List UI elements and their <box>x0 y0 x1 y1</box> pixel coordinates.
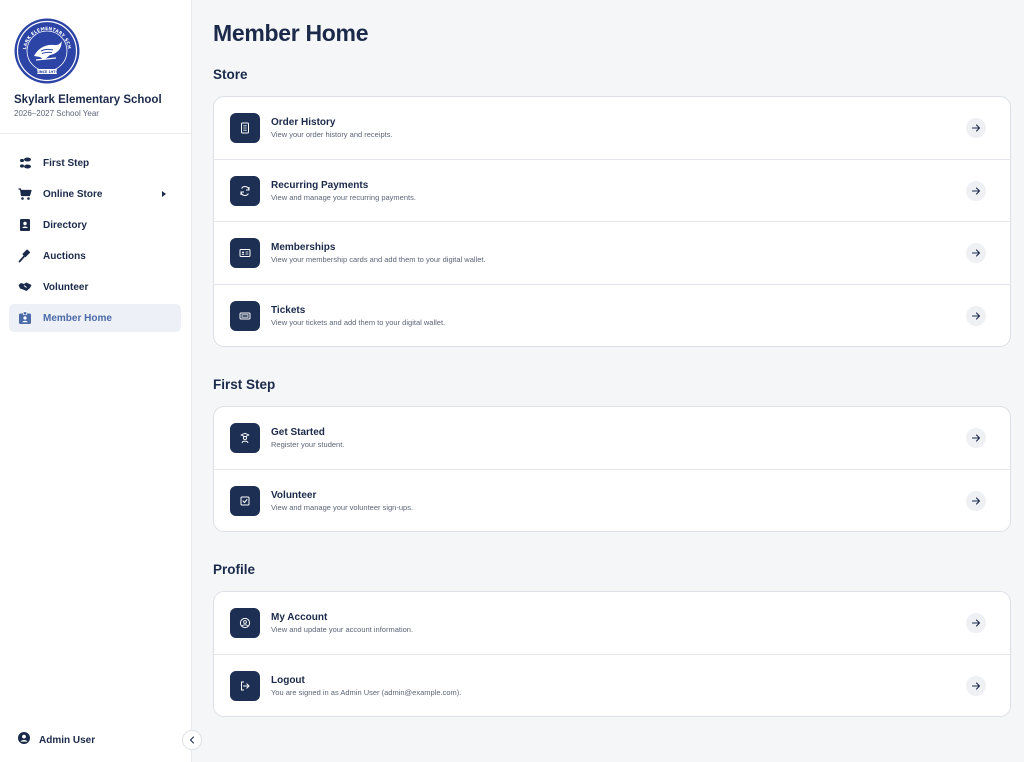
school-name: Skylark Elementary School <box>14 94 162 106</box>
school-logo: SKYLARK ELEMENTARY SCHOOL SINCE 1979 <box>11 14 80 84</box>
volunteer-row[interactable]: Volunteer View and manage your volunteer… <box>214 470 1010 532</box>
row-description: You are signed in as Admin User (admin@e… <box>271 687 462 697</box>
arrow-right-icon[interactable] <box>966 180 986 201</box>
arrow-right-icon[interactable] <box>966 613 986 633</box>
refresh-icon <box>230 175 260 206</box>
sidebar-item-label: Directory <box>43 219 87 231</box>
section-title-store: Store <box>213 67 248 82</box>
row-description: View and manage your recurring payments. <box>271 192 416 202</box>
my-account-row[interactable]: My Account View and update your account … <box>214 592 1010 655</box>
row-description: View and update your account information… <box>271 625 414 634</box>
sidebar-item-member-home[interactable]: Member Home <box>9 304 181 332</box>
tickets-row[interactable]: Tickets View your tickets and add them t… <box>214 285 1010 347</box>
handshake-icon <box>18 280 32 294</box>
sidebar-item-label: First Step <box>43 157 90 169</box>
row-title: Logout <box>271 674 305 686</box>
school-year: 2026–2027 School Year <box>14 109 99 118</box>
user-name: Admin User <box>39 734 96 746</box>
arrow-right-icon[interactable] <box>966 675 986 696</box>
store-card: Order History View your order history an… <box>213 96 1011 347</box>
arrow-right-icon[interactable] <box>966 243 986 263</box>
sidebar-nav: First Step Online Store Directory Auctio… <box>9 149 181 335</box>
arrow-right-icon[interactable] <box>966 305 986 326</box>
arrow-right-icon[interactable] <box>966 428 986 448</box>
row-description: Register your student. <box>271 440 345 449</box>
memberships-row[interactable]: Memberships View your membership cards a… <box>214 222 1010 285</box>
order-history-row[interactable]: Order History View your order history an… <box>214 97 1010 160</box>
user-menu[interactable]: Admin User <box>18 731 95 749</box>
row-title: Tickets <box>271 304 306 316</box>
row-title: Volunteer <box>271 489 317 501</box>
collapse-sidebar-button[interactable] <box>182 730 202 750</box>
sidebar: SKYLARK ELEMENTARY SCHOOL SINCE 1979 Sky… <box>0 0 192 762</box>
sidebar-divider <box>0 133 191 134</box>
footsteps-icon <box>18 156 32 170</box>
row-title: Recurring Payments <box>271 179 369 191</box>
section-title-profile: Profile <box>213 562 256 577</box>
sidebar-item-label: Member Home <box>43 312 112 324</box>
receipt-icon <box>230 113 260 143</box>
row-description: View your membership cards and add them … <box>271 255 486 264</box>
section-title-first-step: First Step <box>213 377 276 392</box>
svg-text:SINCE 1979: SINCE 1979 <box>36 70 59 74</box>
row-description: View and manage your volunteer sign-ups. <box>271 502 414 512</box>
row-title: Order History <box>271 117 336 128</box>
row-title: Get Started <box>271 427 325 438</box>
logout-row[interactable]: Logout You are signed in as Admin User (… <box>214 655 1010 717</box>
sidebar-item-directory[interactable]: Directory <box>9 211 181 239</box>
ticket-icon <box>230 300 260 331</box>
page-title: Member Home <box>213 20 369 46</box>
id-badge-icon <box>18 311 32 325</box>
sidebar-item-online-store[interactable]: Online Store <box>9 180 181 208</box>
sidebar-item-first-step[interactable]: First Step <box>9 149 181 177</box>
checkbox-icon <box>230 485 260 516</box>
sidebar-item-label: Online Store <box>43 188 103 200</box>
sidebar-item-label: Volunteer <box>43 281 89 293</box>
recurring-payments-row[interactable]: Recurring Payments View and manage your … <box>214 160 1010 222</box>
sidebar-item-auctions[interactable]: Auctions <box>9 242 181 270</box>
row-title: My Account <box>271 612 328 623</box>
user-circle-icon <box>230 608 260 638</box>
sidebar-item-label: Auctions <box>43 250 86 262</box>
row-description: View your order history and receipts. <box>271 130 393 139</box>
caret-right-icon <box>162 191 166 197</box>
chevron-left-icon <box>188 731 196 749</box>
row-title: Memberships <box>271 242 336 253</box>
arrow-right-icon[interactable] <box>966 490 986 511</box>
cart-icon <box>18 187 32 201</box>
id-card-icon <box>230 238 260 268</box>
user-circle-icon <box>18 731 30 749</box>
row-description: View your tickets and add them to your d… <box>271 317 446 327</box>
sidebar-item-volunteer[interactable]: Volunteer <box>9 273 181 301</box>
first-step-card: Get Started Register your student. Volun… <box>213 406 1011 532</box>
arrow-right-icon[interactable] <box>966 118 986 138</box>
student-icon <box>230 423 260 453</box>
get-started-row[interactable]: Get Started Register your student. <box>214 407 1010 470</box>
profile-card: My Account View and update your account … <box>213 591 1011 717</box>
contact-book-icon <box>18 218 32 232</box>
logout-icon <box>230 670 260 701</box>
gavel-icon <box>18 249 32 263</box>
